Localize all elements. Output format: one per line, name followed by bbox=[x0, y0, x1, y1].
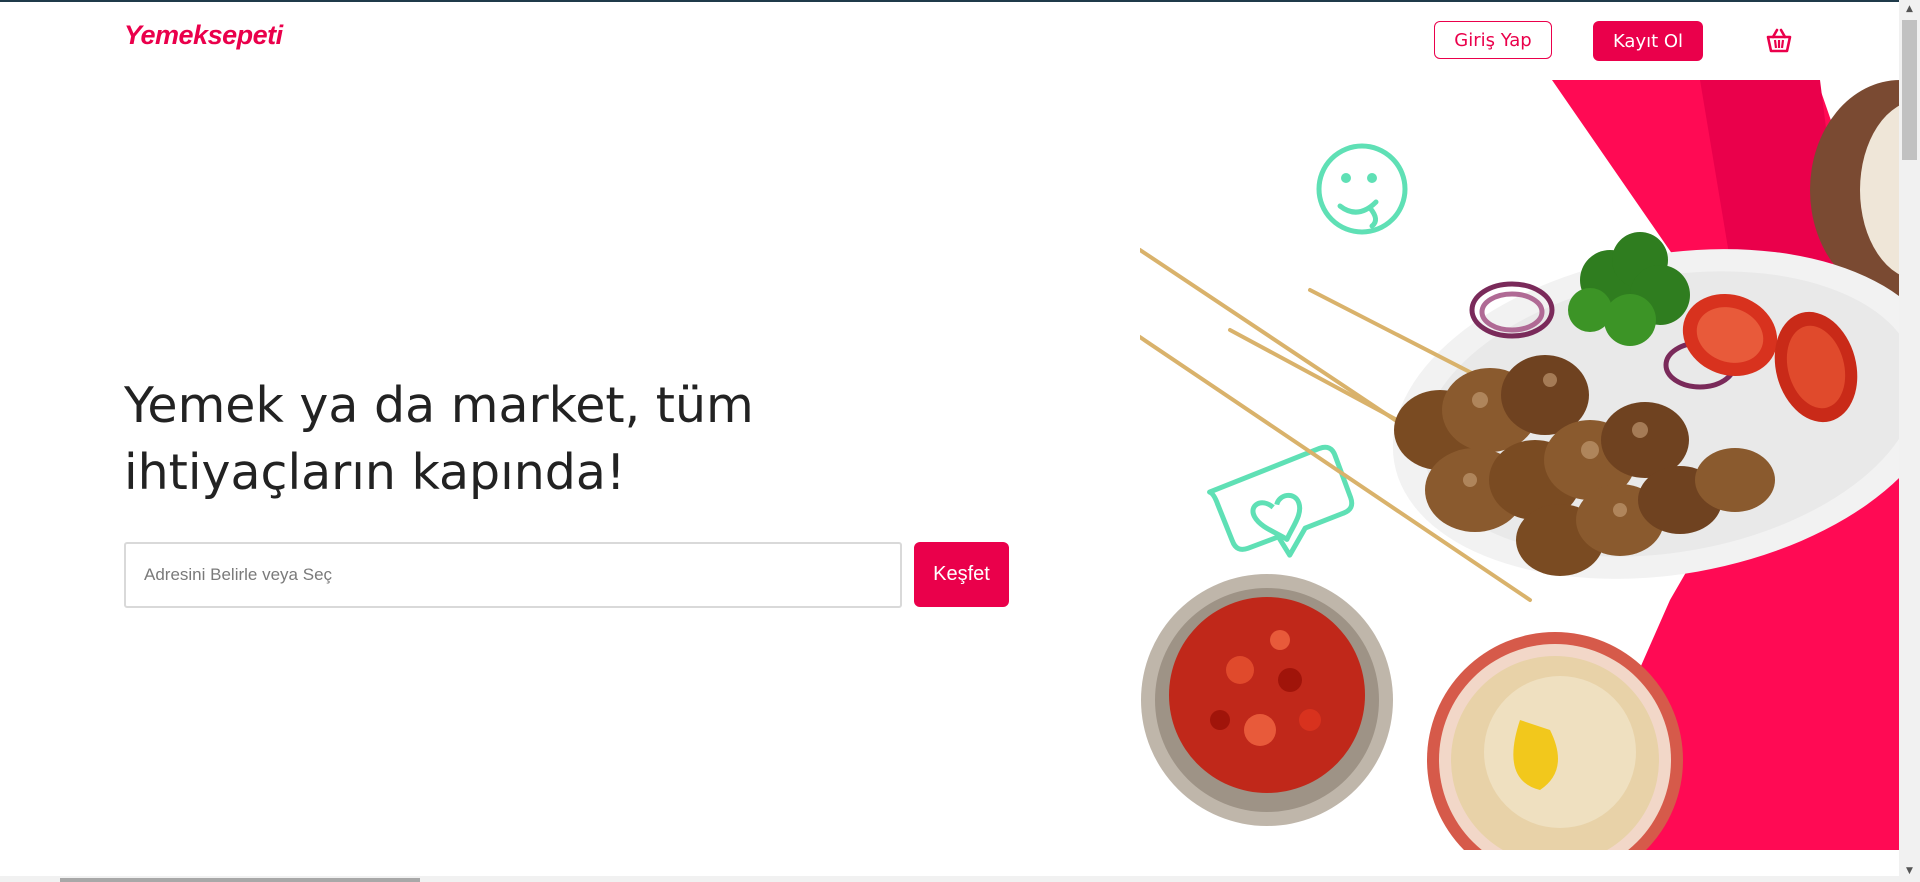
hero-food-illustration bbox=[1140, 80, 1900, 850]
scroll-up-arrow-icon[interactable]: ▲ bbox=[1904, 4, 1915, 15]
yemeksepeti-logo[interactable]: Yemeksepeti bbox=[124, 20, 283, 51]
hero-title: Yemek ya da market, tüm ihtiyaçların kap… bbox=[124, 377, 754, 501]
browser-top-border bbox=[0, 0, 1920, 2]
scrollbar-thumb[interactable] bbox=[1902, 20, 1917, 160]
salsa-bowl bbox=[1141, 574, 1393, 826]
explore-button[interactable]: Keşfet bbox=[914, 542, 1009, 607]
smiley-icon bbox=[1316, 143, 1408, 235]
horizontal-scrollbar-thumb[interactable] bbox=[60, 878, 420, 882]
address-input[interactable] bbox=[124, 542, 902, 608]
basket-icon[interactable] bbox=[1764, 26, 1794, 56]
login-button[interactable]: Giriş Yap bbox=[1434, 21, 1552, 59]
scroll-down-arrow-icon[interactable]: ▼ bbox=[1904, 866, 1915, 877]
heart-bubble-icon bbox=[1207, 444, 1355, 558]
signup-button[interactable]: Kayıt Ol bbox=[1593, 21, 1703, 61]
